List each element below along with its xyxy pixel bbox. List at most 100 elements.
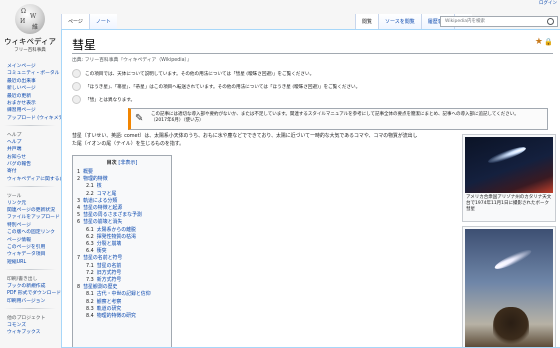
toc-number: 8.1: [86, 291, 94, 298]
toc-item[interactable]: 6.2 揮発性物質の枯渇: [73, 234, 171, 241]
disambiguation-icon: [72, 69, 81, 78]
login-link[interactable]: ログイン: [539, 0, 557, 6]
toc-item[interactable]: 2.2 コマと尾: [73, 191, 171, 198]
toc-title: 目次: [106, 160, 117, 166]
protection-lock-icon[interactable]: 🔒: [544, 38, 553, 46]
tab-talk[interactable]: ノート: [88, 14, 117, 29]
lead-line: 彗星（すいせい、英語: comet）は、太陽系小天体のうち、おもに氷や塵などでで…: [72, 133, 418, 139]
divider: [72, 53, 553, 54]
logo-subtitle: フリー百科事典: [14, 48, 46, 53]
toc-label: 物理的特徴: [83, 176, 108, 183]
tab-read[interactable]: 閲覧: [355, 14, 379, 29]
sidebar-tools-link[interactable]: 関連ページの更新状況: [7, 208, 60, 214]
sidebar-print-link[interactable]: PDF 形式でダウンロード: [7, 291, 61, 297]
toc-label: 軌道による分類: [83, 197, 118, 204]
sidebar-print-link[interactable]: 印刷用バージョン: [7, 299, 60, 305]
toc-number: 2.1: [86, 183, 94, 190]
sidebar-tools-link[interactable]: ファイルをアップロード: [7, 215, 60, 221]
sidebar-help-link[interactable]: 寄付: [7, 169, 60, 175]
divider: [4, 124, 56, 126]
toc-item[interactable]: 3 軌道による分類: [73, 198, 171, 205]
comet-photo[interactable]: [465, 137, 553, 193]
hatnote-text: この項目では、天体について説明しています。その他の用法については「彗星 (曖昧さ…: [85, 71, 315, 77]
sidebar-tools-link[interactable]: この版への固定リンク: [7, 230, 60, 236]
toc-number: 5: [77, 212, 81, 219]
notice-date: （2017年6月）（使い方）: [151, 118, 204, 123]
toc-item[interactable]: 7.2 旧方式符号: [73, 270, 171, 277]
search-icon[interactable]: [547, 18, 554, 25]
toc-label: 旧方式符号: [96, 269, 122, 276]
sidebar-tools-link[interactable]: ウィキデータ項目: [7, 252, 60, 258]
sidebar-help-link[interactable]: 井戸端: [7, 147, 60, 153]
sidebar-tools-link[interactable]: 特別ページ: [7, 223, 60, 229]
page-title: 彗星: [72, 38, 97, 52]
sidebar-nav-link[interactable]: おまかせ表示: [7, 101, 60, 107]
tab-edit-source[interactable]: ソースを閲覧: [378, 14, 421, 29]
toc-number: 7.3: [86, 277, 94, 284]
sidebar-nav-link[interactable]: 最近の出来事: [7, 79, 60, 85]
divider: [4, 185, 56, 187]
toc-item[interactable]: 8.4 物理的特徴の研究: [73, 313, 171, 320]
sidebar-tools-link[interactable]: このページを引用: [7, 245, 60, 251]
sidebar-heading-other[interactable]: 他のプロジェクト: [7, 314, 60, 321]
sidebar-help-link[interactable]: お知らせ: [7, 155, 60, 161]
toc-item[interactable]: 2.1 核: [73, 183, 171, 190]
sidebar-tools-link[interactable]: 短縮URL: [7, 260, 60, 266]
sidebar-project-link[interactable]: コモンズ: [7, 323, 60, 329]
pencil-icon: ✎: [135, 113, 144, 124]
tab-page[interactable]: ページ: [61, 14, 89, 29]
sidebar-help-link[interactable]: バグの報告: [7, 162, 60, 168]
toc-label: 太陽系からの離脱: [96, 226, 136, 233]
toc-label: 彗星の崩壊と消失: [83, 219, 123, 226]
watch-star-icon[interactable]: ★: [535, 37, 543, 47]
toc-item[interactable]: 8.1 古代・中世の記録と信仰: [73, 291, 171, 298]
sidebar-heading-print[interactable]: 印刷/書き出し: [7, 275, 60, 282]
divider: [4, 268, 56, 270]
thumbnail-figure: [462, 226, 556, 347]
toc-hide-toggle[interactable]: [非表示]: [118, 160, 137, 166]
toc-label: 彗星の名前と符号: [83, 255, 123, 262]
sidebar-help-link[interactable]: ヘルプ: [7, 140, 60, 146]
toc-item[interactable]: 7.1 彗星の名前: [73, 263, 171, 270]
sidebar-print-nav: ブックの新規作成 PDF 形式でダウンロード 印刷用バージョン: [0, 284, 61, 305]
sidebar-print-link[interactable]: ブックの新規作成: [7, 284, 60, 290]
toc-label: 観察と考察: [96, 298, 122, 305]
toc-header: 目次 [非表示]: [73, 159, 171, 166]
sidebar-help-nav: ヘルプ 井戸端お知らせ バグの報告 寄付ウィキペディアに関するお問い合わせ: [0, 140, 88, 183]
toc-number: 7: [77, 255, 81, 262]
sidebar-nav-link[interactable]: メインページ: [7, 64, 60, 70]
sidebar-heading-help[interactable]: ヘルプ: [7, 131, 60, 138]
disambiguation-icon: [72, 95, 81, 104]
sidebar-tools-link[interactable]: ページ情報: [7, 238, 60, 244]
toc-item[interactable]: 6.1 太陽系からの離脱: [73, 227, 171, 234]
toc-label: 新方式符号: [96, 277, 122, 284]
sidebar-nav-link[interactable]: 練習用ページ: [7, 108, 60, 114]
toc-item[interactable]: 8.2 観察と考察: [73, 299, 171, 306]
toc-item[interactable]: 8.3 軌道の研究: [73, 306, 171, 313]
comet-photo[interactable]: [465, 229, 553, 347]
article-content: 彗星 ★ 🔒 出典: フリー百科事典『ウィキペディア（Wikipedia）』 こ…: [61, 29, 560, 348]
sidebar-nav-link[interactable]: アップロード (ウィキメディア・コモンズ): [7, 116, 98, 122]
toc-label: 分裂と崩壊: [96, 241, 122, 248]
sidebar-nav-link[interactable]: 新しいページ: [7, 86, 60, 92]
sidebar: メインページ コミュニティ・ポータル 最近の出来事 新しいページ 最近の更新 おまかせ表示…: [0, 64, 98, 337]
toc-number: 8.4: [86, 313, 94, 320]
sidebar-tools-link[interactable]: リンク元: [7, 201, 60, 207]
sidebar-heading-tools[interactable]: ツール: [7, 192, 60, 199]
toc-label: 衝突: [96, 248, 107, 255]
wikipedia-logo[interactable]: ΩW И維 ウィキペディア フリー百科事典: [0, 0, 60, 62]
toc-item[interactable]: 6 彗星の崩壊と消失: [73, 219, 171, 226]
comet-shape: [492, 246, 534, 273]
toc-list: 1 概要 2 物理的特徴 2.1 核 2.2 コマと尾 3 軌道による分類 4 彗星の特徴と起源 5 彗星…: [73, 169, 171, 320]
sidebar-tools-nav: リンク元 関連ページの更新状況 ファイルをアップロード 特別ページ この版への固定リンク…: [0, 201, 60, 266]
sidebar-help-link[interactable]: ウィキペディアに関するお問い合わせ: [7, 177, 88, 183]
sidebar-nav-link[interactable]: コミュニティ・ポータル: [7, 71, 60, 77]
lead-paragraph: 彗星（すいせい、英語: comet）は、太陽系小天体のうち、おもに氷や塵などでで…: [72, 133, 457, 148]
search-input[interactable]: Wikipedia内を検索: [440, 16, 558, 27]
toc-item[interactable]: 7 彗星の名前と符号: [73, 255, 171, 262]
namespace-tabs: ページ ノート: [61, 13, 117, 29]
sidebar-nav-link[interactable]: 最近の更新: [7, 94, 60, 100]
sidebar-project-link[interactable]: ウィキブックス: [7, 330, 60, 336]
globe-icon: ΩW И維: [15, 4, 45, 34]
lead-line: た尾（イオンの尾（テイル）を生じるものを指す。: [72, 140, 184, 147]
